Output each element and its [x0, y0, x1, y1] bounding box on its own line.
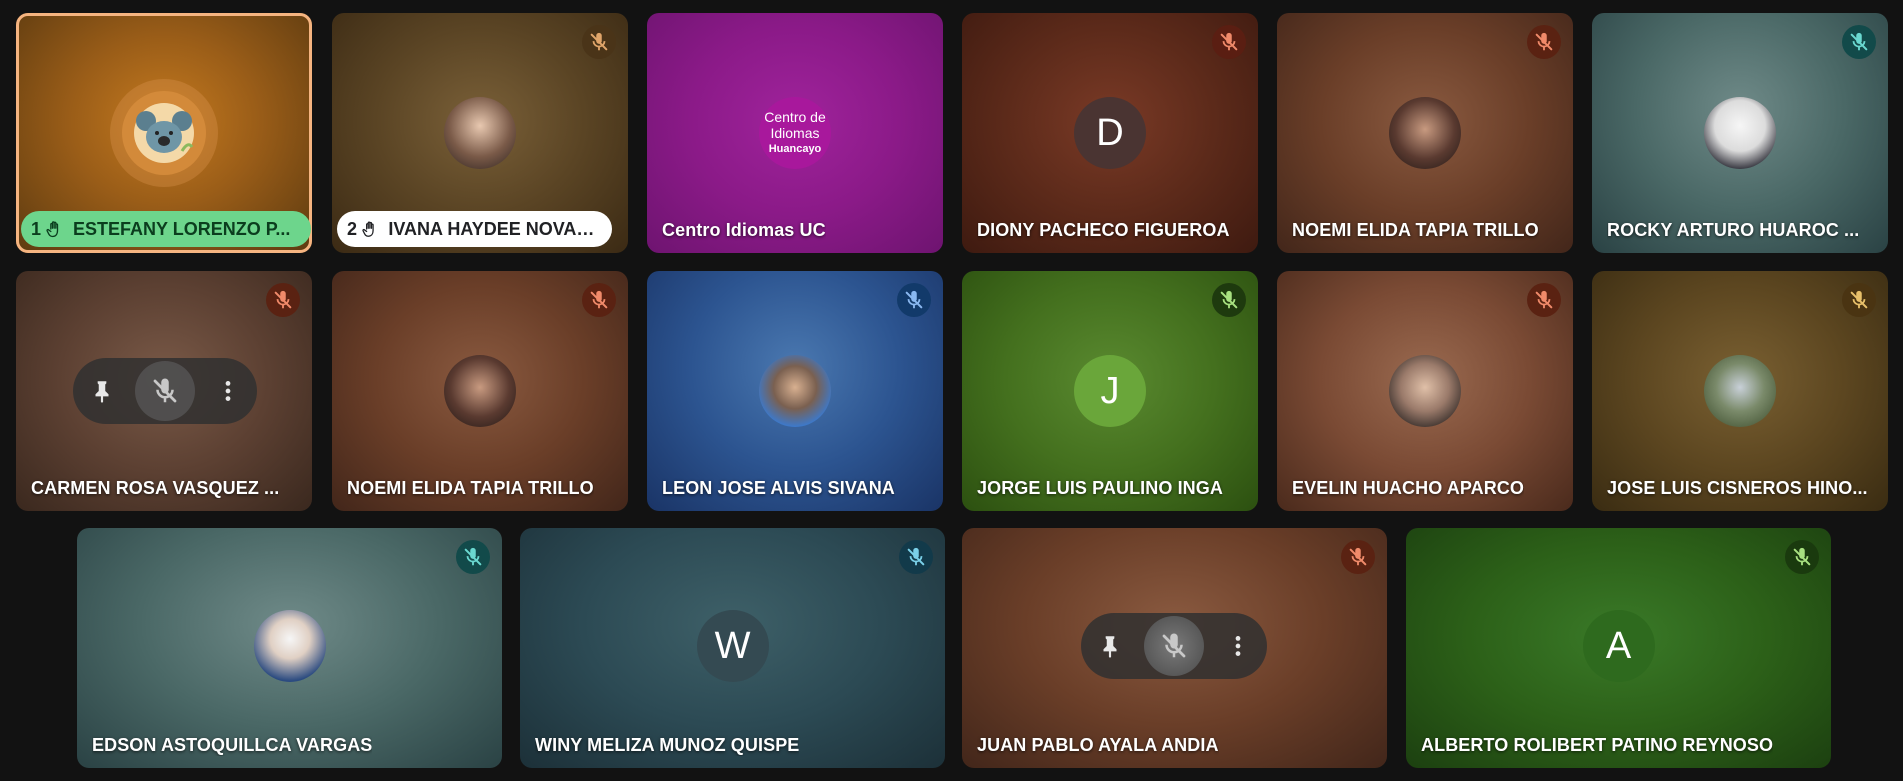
participant-tile[interactable]: 1 ESTEFANY LORENZO P...: [16, 13, 312, 253]
mic-off-icon: [1212, 283, 1246, 317]
pin-button[interactable]: [1085, 621, 1135, 671]
mic-off-icon: [150, 376, 180, 406]
mic-off-icon: [266, 283, 300, 317]
mic-off-icon: [1159, 631, 1189, 661]
logo-text: Idiomas: [770, 125, 820, 141]
mic-off-icon: [456, 540, 490, 574]
participant-tile[interactable]: 2 IVANA HAYDEE NOVAK ...: [332, 13, 628, 253]
logo-text: Huancayo: [768, 143, 822, 155]
participant-name: Centro Idiomas UC: [662, 220, 826, 240]
participant-tile[interactable]: D DIONY PACHECO FIGUEROA: [962, 13, 1258, 253]
mic-off-icon: [1341, 540, 1375, 574]
participant-tile[interactable]: EDSON ASTOQUILLCA VARGAS: [77, 528, 502, 768]
avatar-initial: W: [714, 624, 751, 667]
tile-hover-controls: [1081, 613, 1267, 679]
participant-tile[interactable]: Centro de Idiomas Huancayo Centro Idioma…: [647, 13, 943, 253]
avatar: [444, 97, 516, 169]
raised-hand-icon: [361, 219, 380, 239]
participant-tile[interactable]: A ALBERTO ROLIBERT PATINO REYNOSO: [1406, 528, 1831, 768]
participant-name: ALBERTO ROLIBERT PATINO REYNOSO: [1421, 735, 1774, 755]
tile-hover-controls: [73, 358, 257, 424]
raised-hand-badge: 2 IVANA HAYDEE NOVAK ...: [337, 211, 612, 247]
more-options-button[interactable]: [1213, 621, 1263, 671]
participant-tile[interactable]: W WINY MELIZA MUNOZ QUISPE: [520, 528, 945, 768]
participant-name: NOEMI ELIDA TAPIA TRILLO: [347, 478, 594, 498]
participant-tile[interactable]: ROCKY ARTURO HUAROC ...: [1592, 13, 1888, 253]
participant-name: WINY MELIZA MUNOZ QUISPE: [535, 735, 800, 755]
logo-text: Centro de: [764, 109, 826, 125]
participant-name: IVANA HAYDEE NOVAK ...: [388, 218, 602, 239]
mic-off-icon: [1842, 283, 1876, 317]
mic-off-icon: [1527, 283, 1561, 317]
pin-button[interactable]: [77, 366, 127, 416]
participant-name: NOEMI ELIDA TAPIA TRILLO: [1292, 220, 1539, 240]
hand-queue-number: 2: [347, 218, 358, 239]
avatar: J: [1074, 355, 1146, 427]
mic-off-icon: [897, 283, 931, 317]
raised-hand-icon: [45, 219, 65, 239]
avatar: [1389, 97, 1461, 169]
koala-avatar: [122, 91, 206, 175]
participant-name: EVELIN HUACHO APARCO: [1292, 478, 1525, 498]
mute-participant-button[interactable]: [1143, 616, 1204, 676]
avatar-initial: J: [1100, 369, 1120, 412]
participant-name: JOSE LUIS CISNEROS HINO...: [1607, 478, 1868, 498]
participant-name: EDSON ASTOQUILLCA VARGAS: [92, 735, 373, 755]
participant-name: DIONY PACHECO FIGUEROA: [977, 220, 1230, 240]
participant-tile[interactable]: EVELIN HUACHO APARCO: [1277, 271, 1573, 511]
participant-name: JORGE LUIS PAULINO INGA: [977, 478, 1223, 498]
mic-off-icon: [1785, 540, 1819, 574]
participant-tile[interactable]: NOEMI ELIDA TAPIA TRILLO: [332, 271, 628, 511]
avatar: [444, 355, 516, 427]
pin-icon: [1097, 633, 1123, 659]
avatar: [1389, 355, 1461, 427]
participant-name: LEON JOSE ALVIS SIVANA: [662, 478, 895, 498]
mic-off-icon: [582, 283, 616, 317]
avatar: [759, 355, 831, 427]
raised-hand-badge: 1 ESTEFANY LORENZO P...: [21, 211, 311, 247]
participant-name: ROCKY ARTURO HUAROC ...: [1607, 220, 1860, 240]
participant-grid: 1 ESTEFANY LORENZO P... 2 IVANA HAYDEE N…: [0, 0, 1903, 781]
participant-tile[interactable]: NOEMI ELIDA TAPIA TRILLO: [1277, 13, 1573, 253]
mic-off-icon: [1842, 25, 1876, 59]
mic-off-icon: [899, 540, 933, 574]
pin-icon: [89, 378, 115, 404]
avatar: [253, 610, 326, 682]
avatar-initial: D: [1096, 111, 1124, 154]
participant-name: JUAN PABLO AYALA ANDIA: [977, 735, 1219, 755]
avatar: D: [1074, 97, 1146, 169]
more-options-button[interactable]: [203, 366, 253, 416]
participant-name: ESTEFANY LORENZO P...: [73, 218, 291, 239]
participant-tile[interactable]: JUAN PABLO AYALA ANDIA: [962, 528, 1387, 768]
participant-tile[interactable]: LEON JOSE ALVIS SIVANA: [647, 271, 943, 511]
mute-participant-button[interactable]: [135, 361, 195, 421]
organization-logo: Centro de Idiomas Huancayo: [759, 97, 831, 169]
participant-tile[interactable]: CARMEN ROSA VASQUEZ ...: [16, 271, 312, 511]
participant-tile[interactable]: JOSE LUIS CISNEROS HINO...: [1592, 271, 1888, 511]
koala-icon: [134, 103, 194, 163]
mic-off-icon: [1527, 25, 1561, 59]
avatar-initial: A: [1605, 624, 1632, 667]
mic-off-icon: [582, 25, 616, 59]
more-vert-icon: [215, 378, 241, 404]
avatar: W: [696, 610, 769, 682]
participant-name: CARMEN ROSA VASQUEZ ...: [31, 478, 280, 498]
avatar: A: [1582, 610, 1655, 682]
more-vert-icon: [1225, 633, 1251, 659]
hand-queue-number: 1: [31, 218, 42, 239]
avatar: [1704, 355, 1776, 427]
avatar: [1704, 97, 1776, 169]
mic-off-icon: [1212, 25, 1246, 59]
participant-tile[interactable]: J JORGE LUIS PAULINO INGA: [962, 271, 1258, 511]
